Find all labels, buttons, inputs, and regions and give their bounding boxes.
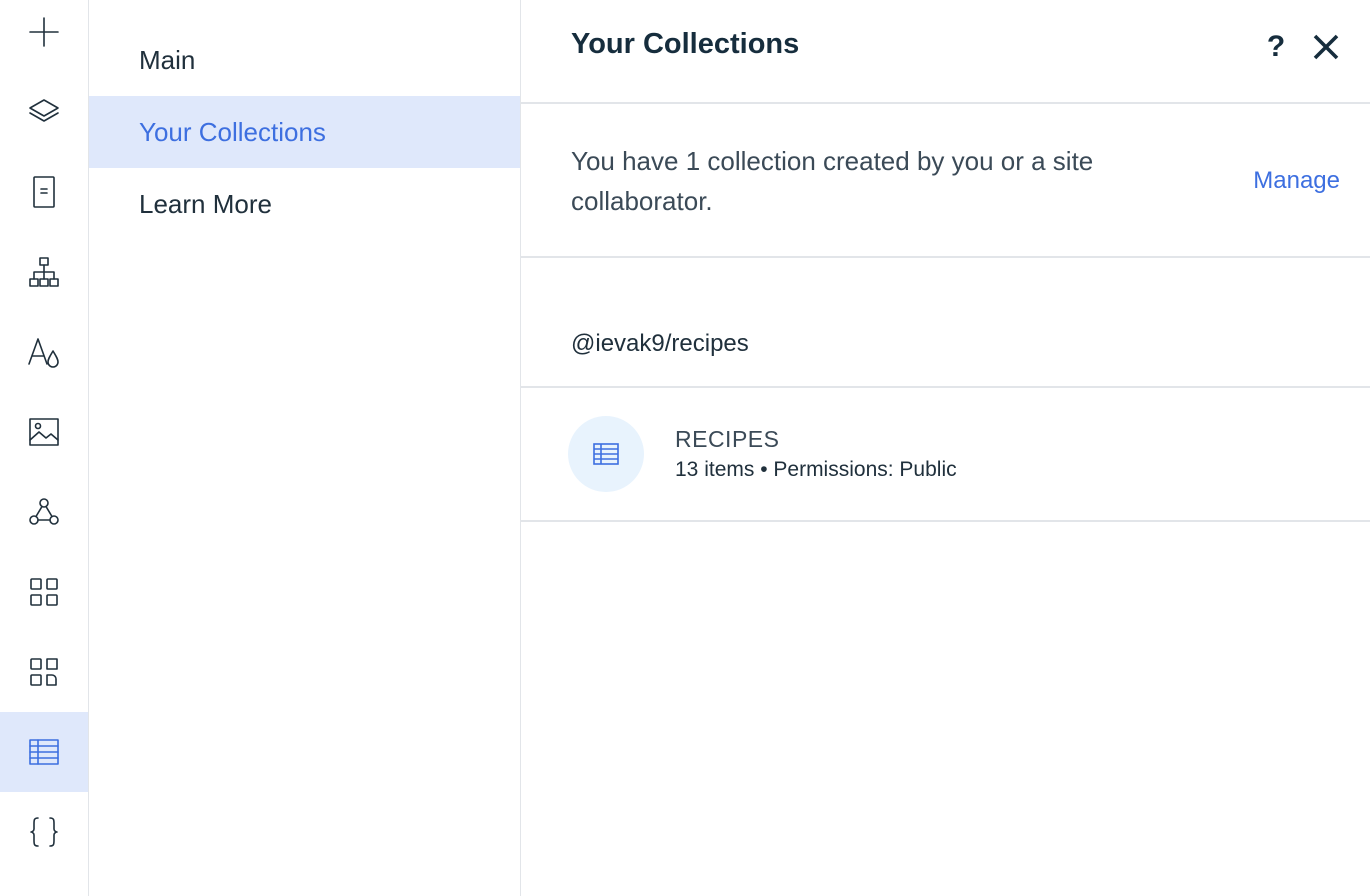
site-structure-button[interactable] — [0, 232, 88, 312]
manage-link[interactable]: Manage — [1253, 167, 1340, 195]
table-icon — [593, 443, 619, 465]
menu-item-label: Learn More — [139, 188, 272, 219]
namespace-section: @ievak9/recipes — [521, 258, 1370, 388]
theme-icon — [28, 338, 59, 368]
app-window: Main Your Collections Learn More Your Co… — [0, 0, 1370, 896]
site-design-button[interactable] — [0, 312, 88, 392]
sitemap-icon — [29, 257, 59, 287]
menu-item-main[interactable]: Main — [89, 24, 520, 96]
collection-meta: 13 items • Permissions: Public — [675, 458, 957, 481]
left-icon-rail — [0, 0, 89, 896]
layers-button[interactable] — [0, 72, 88, 152]
close-button[interactable] — [1311, 30, 1341, 64]
media-icon — [29, 418, 59, 446]
summary-text: You have 1 collection created by you or … — [571, 146, 1094, 216]
collections-panel: Your Collections ? You have 1 collection… — [521, 0, 1370, 896]
panel-header: Your Collections ? — [521, 0, 1370, 104]
namespace-label: @ievak9/recipes — [571, 330, 749, 357]
pages-button[interactable] — [0, 152, 88, 232]
cms-menu: Main Your Collections Learn More — [89, 0, 521, 896]
menu-item-learn-more[interactable]: Learn More — [89, 168, 520, 240]
close-icon — [1313, 34, 1339, 60]
connections-icon — [29, 498, 59, 525]
menu-item-your-collections[interactable]: Your Collections — [89, 96, 520, 168]
dev-mode-button[interactable] — [0, 792, 88, 872]
app-extension-icon — [30, 658, 58, 686]
collection-item[interactable]: RECIPES 13 items • Permissions: Public — [521, 388, 1370, 522]
menu-item-label: Main — [139, 44, 196, 75]
menu-item-label: Your Collections — [139, 116, 326, 147]
add-elements-button[interactable] — [0, 0, 88, 72]
cms-table-icon — [29, 739, 59, 765]
help-button[interactable]: ? — [1261, 28, 1291, 68]
layers-icon — [29, 99, 59, 122]
cms-button[interactable] — [0, 712, 88, 792]
collections-summary: You have 1 collection created by you or … — [521, 104, 1370, 258]
page-title: Your Collections — [571, 28, 800, 60]
apps-button[interactable] — [0, 552, 88, 632]
page-icon — [33, 176, 55, 208]
connections-button[interactable] — [0, 472, 88, 552]
business-apps-button[interactable] — [0, 632, 88, 712]
collection-name: RECIPES — [675, 426, 780, 452]
apps-icon — [30, 578, 58, 606]
collection-icon-circle — [568, 416, 644, 492]
add-icon — [29, 17, 59, 47]
code-braces-icon — [30, 817, 58, 847]
media-button[interactable] — [0, 392, 88, 472]
